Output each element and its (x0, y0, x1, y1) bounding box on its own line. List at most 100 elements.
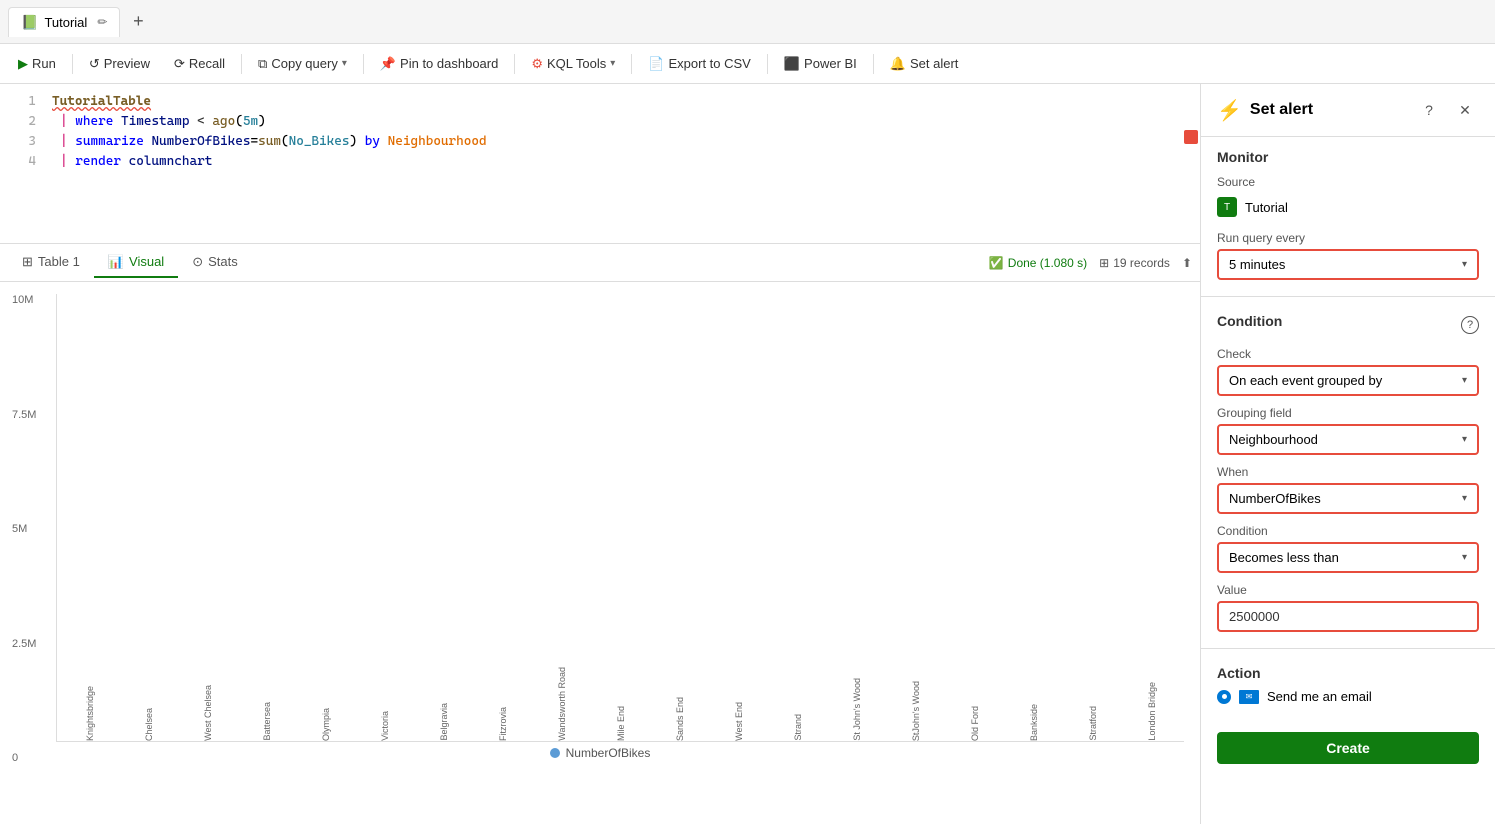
chart-y-labels: 10M 7.5M 5M 2.5M 0 (12, 294, 36, 764)
condition-header: Condition ? (1217, 313, 1479, 337)
bar-group: Knightsbridge (61, 682, 118, 741)
when-chevron: ▾ (1462, 493, 1467, 504)
bar-label: St John's Wood (852, 678, 862, 741)
pin-dashboard-button[interactable]: 📌 Pin to dashboard (370, 52, 508, 76)
source-item: T Tutorial (1217, 193, 1479, 221)
condition-info-icon[interactable]: ? (1461, 316, 1479, 334)
code-editor[interactable]: 1 TutorialTable 2 | where Timestamp < ag… (0, 84, 1200, 244)
copy-query-label: Copy query (271, 56, 337, 71)
grouping-field-select[interactable]: Neighbourhood ▾ (1217, 424, 1479, 455)
line-number-3: 3 (8, 132, 36, 152)
source-label: Source (1217, 175, 1479, 189)
stats-tab-icon: ⊙ (192, 254, 203, 270)
recall-button[interactable]: ⟳ Recall (164, 52, 235, 76)
condition-dropdown-label: Condition (1217, 524, 1479, 538)
separator-2 (241, 54, 242, 74)
alert-icon: 🔔 (890, 56, 906, 72)
records-icon: ⊞ (1099, 256, 1109, 270)
table-tab-icon: ⊞ (22, 254, 33, 270)
send-email-label: Send me an email (1267, 689, 1372, 704)
value-input[interactable] (1217, 601, 1479, 632)
table-tab[interactable]: ⊞ Table 1 (8, 248, 94, 278)
close-icon: ✕ (1459, 102, 1471, 119)
line-content-1: TutorialTable (52, 92, 1192, 112)
export-csv-button[interactable]: 📄 Export to CSV (638, 52, 761, 76)
bar-label: Battersea (262, 702, 272, 741)
bar-group: Olympia (297, 704, 354, 741)
preview-button[interactable]: ↺ Preview (79, 52, 160, 76)
check-value: On each event grouped by (1229, 373, 1382, 388)
tutorial-tab[interactable]: 📗 Tutorial ✏ (8, 7, 120, 37)
bar-label: Victoria (380, 711, 390, 741)
bar-label: Sands End (675, 697, 685, 741)
export-csv-label: Export to CSV (668, 56, 750, 71)
when-value: NumberOfBikes (1229, 491, 1321, 506)
separator-5 (631, 54, 632, 74)
bar-label: Old Ford (970, 706, 980, 741)
email-icon: ✉ (1239, 690, 1259, 704)
toolbar-extra-icon[interactable]: ⬆ (1182, 256, 1192, 270)
condition-dropdown-chevron: ▾ (1462, 552, 1467, 563)
bar-label: London Bridge (1147, 682, 1157, 741)
bar-label: Strand (793, 714, 803, 741)
stats-tab[interactable]: ⊙ Stats (178, 248, 252, 278)
run-query-select[interactable]: 5 minutes ▾ (1217, 249, 1479, 280)
copy-query-button[interactable]: ⧉ Copy query ▾ (248, 52, 357, 76)
value-label: Value (1217, 583, 1479, 597)
bar-label: Stratford (1088, 706, 1098, 741)
separator-6 (767, 54, 768, 74)
line-content-3: | summarize NumberOfBikes=sum(No_Bikes) … (52, 132, 1192, 152)
bar-label: Bankside (1029, 704, 1039, 741)
line-content-2: | where Timestamp < ago(5m) (52, 112, 1192, 132)
status-done: ✅ Done (1.080 s) (989, 256, 1087, 270)
bar-group: West Chelsea (179, 681, 236, 741)
bar-group: Stratford (1064, 702, 1121, 741)
chart-legend: NumberOfBikes (16, 746, 1184, 760)
close-button[interactable]: ✕ (1451, 96, 1479, 124)
create-button[interactable]: Create (1217, 732, 1479, 764)
send-email-radio[interactable]: ✉ Send me an email (1217, 689, 1479, 704)
collapse-indicator (1184, 130, 1198, 144)
bar-label: West End (734, 702, 744, 741)
set-alert-label: Set alert (910, 56, 958, 71)
kql-tools-button[interactable]: ⚙ KQL Tools ▾ (521, 52, 625, 76)
run-button[interactable]: ▶ Run (8, 52, 66, 76)
bar-label: Chelsea (144, 708, 154, 741)
power-bi-button[interactable]: ⬛ Power BI (774, 52, 867, 76)
source-name: Tutorial (1245, 200, 1288, 215)
divider-2 (1201, 648, 1495, 649)
monitor-section: Monitor Source T Tutorial Run query ever… (1201, 137, 1495, 292)
bar-group: Strand (769, 710, 826, 741)
when-label: When (1217, 465, 1479, 479)
check-select[interactable]: On each event grouped by ▾ (1217, 365, 1479, 396)
y-label-5m: 5M (12, 523, 36, 535)
tab-edit-icon[interactable]: ✏ (97, 15, 107, 29)
grouping-field-value: Neighbourhood (1229, 432, 1318, 447)
grouping-field-label: Grouping field (1217, 406, 1479, 420)
records-text: 19 records (1113, 256, 1170, 270)
run-query-value: 5 minutes (1229, 257, 1285, 272)
help-button[interactable]: ? (1415, 96, 1443, 124)
stats-tab-label: Stats (208, 254, 238, 269)
bar-group: Old Ford (946, 702, 1003, 741)
tab-icon: 📗 (21, 14, 38, 31)
bar-group: Sands End (651, 693, 708, 741)
visual-tab[interactable]: 📊 Visual (94, 248, 178, 278)
preview-icon: ↺ (89, 56, 100, 72)
y-label-10m: 10M (12, 294, 36, 306)
recall-label: Recall (189, 56, 225, 71)
separator-1 (72, 54, 73, 74)
divider-1 (1201, 296, 1495, 297)
export-csv-icon: 📄 (648, 56, 664, 72)
when-select[interactable]: NumberOfBikes ▾ (1217, 483, 1479, 514)
condition-dropdown-select[interactable]: Becomes less than ▾ (1217, 542, 1479, 573)
add-tab-button[interactable]: + (124, 8, 152, 36)
toolbar: ▶ Run ↺ Preview ⟳ Recall ⧉ Copy query ▾ … (0, 44, 1495, 84)
y-label-25m: 2.5M (12, 638, 36, 650)
set-alert-toolbar-button[interactable]: 🔔 Set alert (880, 52, 969, 76)
bar-group: West End (710, 698, 767, 741)
bar-group: StJohn's Wood (887, 677, 944, 741)
copy-icon: ⧉ (258, 56, 267, 72)
panel-header-actions: ? ✕ (1415, 96, 1479, 124)
copy-query-chevron: ▾ (342, 58, 347, 69)
